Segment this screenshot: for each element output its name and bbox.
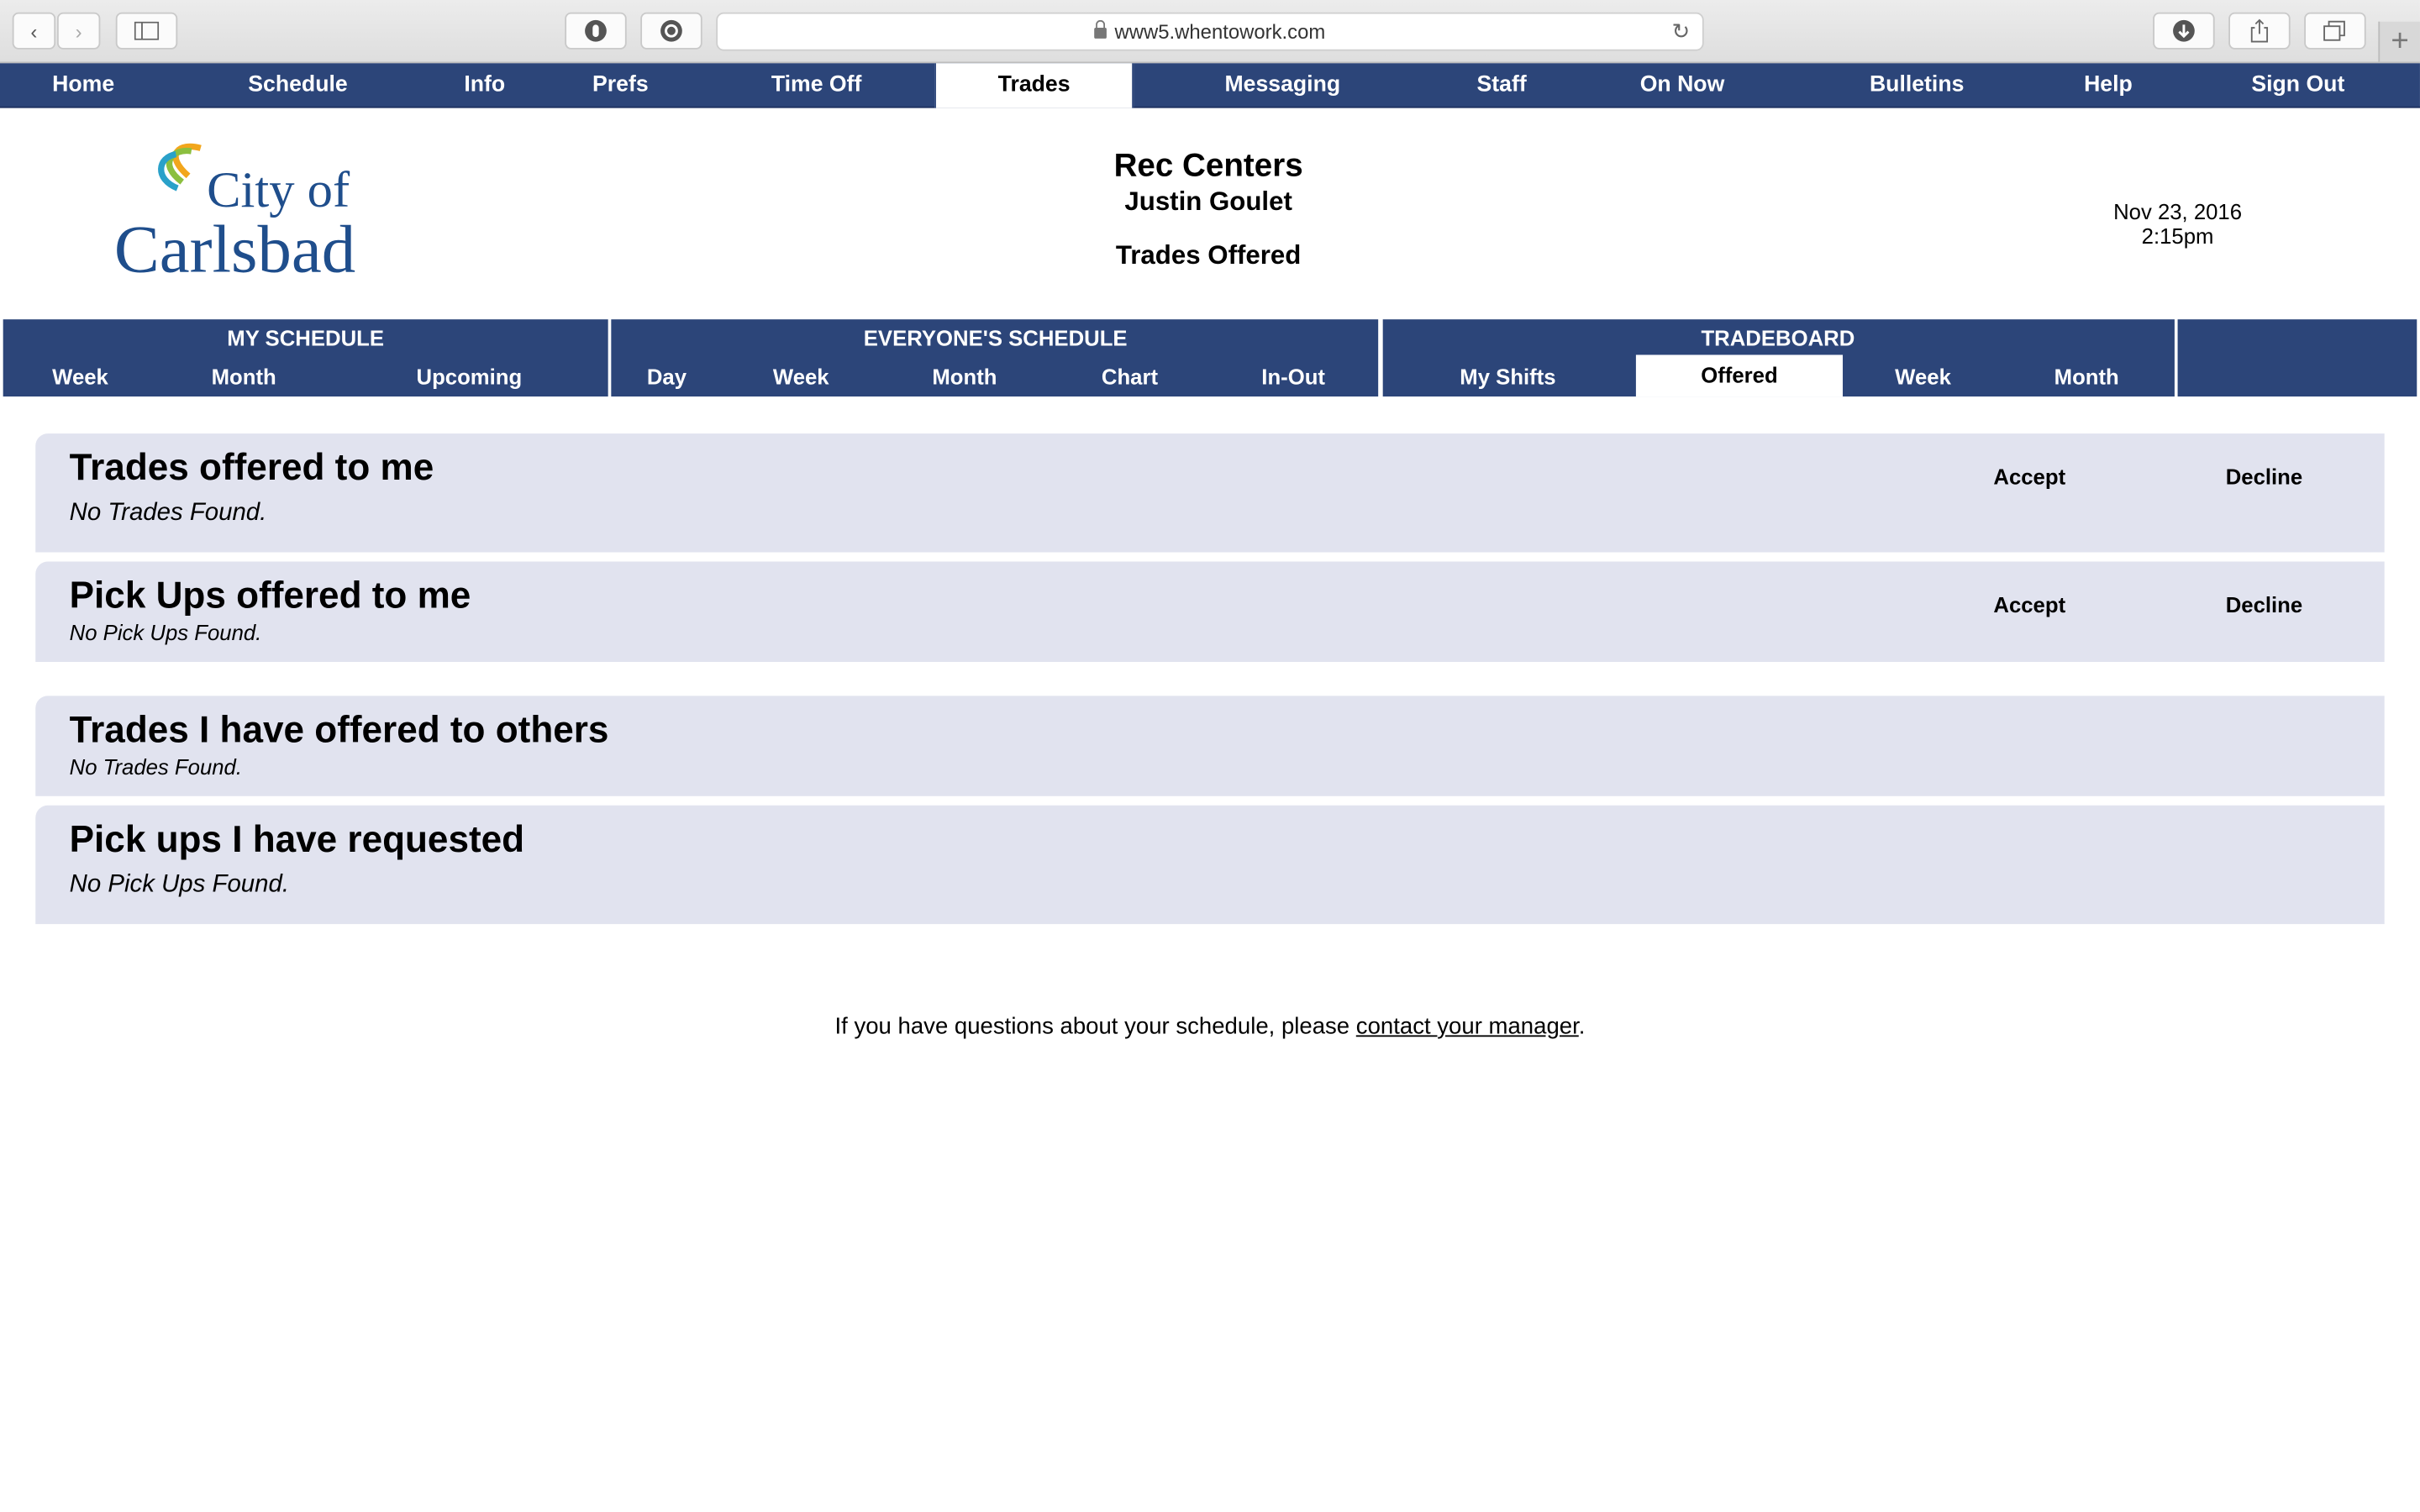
my-schedule-upcoming[interactable]: Upcoming (416, 360, 522, 393)
footer-note: If you have questions about your schedul… (0, 1014, 2420, 1040)
date-time: Nov 23, 2016 2:15pm (2085, 199, 2270, 249)
new-tab-icon[interactable]: + (2378, 21, 2420, 62)
my-schedule-title: MY SCHEDULE (227, 325, 385, 350)
pickups-requested-section: Pick ups I have requested No Pick Ups Fo… (35, 805, 2385, 925)
tabs-icon[interactable] (2304, 12, 2366, 50)
everyones-schedule-title: EVERYONE'S SCHEDULE (863, 325, 1128, 350)
lock-icon (1094, 19, 1107, 39)
tradeboard-my-shifts[interactable]: My Shifts (1460, 360, 1555, 393)
nav-time-off[interactable]: Time Off (771, 63, 862, 106)
everyone-week[interactable]: Week (773, 360, 829, 393)
empty-message: No Trades Found. (69, 500, 267, 527)
subnav-filler (2177, 319, 2417, 397)
nav-help[interactable]: Help (2084, 63, 2133, 106)
trades-offered-to-me-section: Trades offered to me No Trades Found. Ac… (35, 433, 2385, 553)
nav-staff[interactable]: Staff (1477, 63, 1527, 106)
reload-icon[interactable]: ↻ (1672, 18, 1691, 45)
everyones-schedule-group: EVERYONE'S SCHEDULE Day Week Month Chart… (611, 319, 1379, 397)
share-icon[interactable] (2228, 12, 2291, 50)
tradeboard-month[interactable]: Month (2054, 360, 2119, 393)
my-schedule-week[interactable]: Week (52, 360, 108, 393)
user-name: Justin Goulet (1124, 186, 1292, 217)
section-title: Trades I have offered to others (69, 709, 609, 752)
grammarly-icon[interactable] (640, 12, 702, 50)
nav-bulletins[interactable]: Bulletins (1870, 63, 1964, 106)
decline-header: Decline (2225, 464, 2303, 490)
everyone-day[interactable]: Day (647, 360, 687, 393)
nav-home[interactable]: Home (52, 63, 114, 106)
browser-toolbar: ‹ › www5.whentowork.com ↻ + (0, 0, 2420, 64)
organization-name: Rec Centers (1113, 148, 1303, 184)
url-text: www5.whentowork.com (1114, 19, 1326, 44)
tradeboard-title: TRADEBOARD (1701, 325, 1855, 350)
tradeboard-week[interactable]: Week (1895, 360, 1951, 393)
tradeboard-offered[interactable]: Offered (1635, 354, 1844, 397)
my-schedule-group: MY SCHEDULE Week Month Upcoming (3, 319, 608, 397)
nav-schedule[interactable]: Schedule (248, 63, 347, 106)
empty-message: No Pick Ups Found. (69, 871, 289, 898)
download-icon[interactable] (2153, 12, 2215, 50)
extension-icon[interactable] (565, 12, 627, 50)
logo-line2: Carlsbad (114, 212, 355, 284)
section-title: Pick Ups offered to me (69, 575, 471, 617)
section-title: Pick ups I have requested (69, 819, 525, 861)
page-title: Trades Offered (1115, 240, 1302, 270)
nav-prefs[interactable]: Prefs (592, 63, 649, 106)
section-title: Trades offered to me (69, 447, 434, 490)
footer-text: If you have questions about your schedul… (834, 1013, 1356, 1040)
footer-period: . (1578, 1013, 1586, 1040)
empty-message: No Trades Found. (69, 754, 242, 780)
current-time: 2:15pm (2141, 223, 2214, 249)
trades-offered-to-others-section: Trades I have offered to others No Trade… (35, 696, 2385, 796)
sidebar-icon[interactable] (115, 12, 178, 50)
back-icon[interactable]: ‹ (12, 12, 56, 50)
my-schedule-month[interactable]: Month (212, 360, 276, 393)
accept-header: Accept (1993, 592, 2066, 617)
nav-info[interactable]: Info (464, 63, 505, 106)
accept-header: Accept (1993, 464, 2066, 490)
empty-message: No Pick Ups Found. (69, 620, 262, 645)
decline-header: Decline (2225, 592, 2303, 617)
nav-trades[interactable]: Trades (934, 63, 1134, 108)
tradeboard-group: TRADEBOARD My Shifts Offered Week Month (1382, 319, 2175, 397)
nav-messaging[interactable]: Messaging (1224, 63, 1340, 106)
nav-sign-out[interactable]: Sign Out (2251, 63, 2344, 106)
city-logo: City of Carlsbad (111, 142, 381, 286)
contact-manager-link[interactable]: contact your manager (1356, 1014, 1579, 1040)
page: ‹ › www5.whentowork.com ↻ + Home Schedul… (0, 0, 2420, 1512)
everyone-in-out[interactable]: In-Out (1261, 360, 1325, 393)
top-nav: Home Schedule Info Prefs Time Off Trades… (0, 63, 2420, 108)
logo-line1: City of (207, 162, 350, 218)
current-date: Nov 23, 2016 (2113, 198, 2243, 224)
pickups-offered-to-me-section: Pick Ups offered to me No Pick Ups Found… (35, 561, 2385, 662)
nav-on-now[interactable]: On Now (1640, 63, 1725, 106)
forward-icon[interactable]: › (56, 12, 101, 50)
everyone-month[interactable]: Month (932, 360, 997, 393)
everyone-chart[interactable]: Chart (1102, 360, 1158, 393)
address-bar[interactable]: www5.whentowork.com ↻ (716, 12, 1704, 51)
